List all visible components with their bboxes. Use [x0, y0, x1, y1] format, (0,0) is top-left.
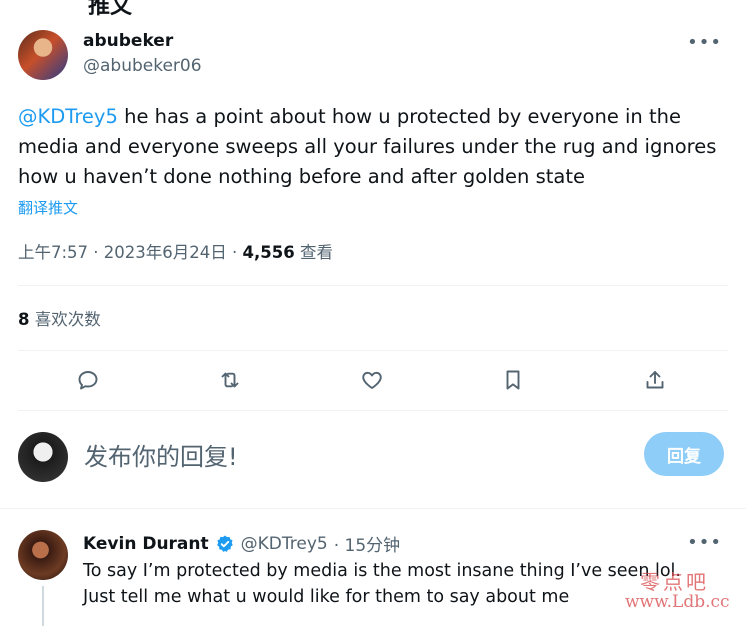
divider	[18, 350, 728, 351]
tweet-meta: 上午7:57 · 2023年6月24日 · 4,556 查看	[18, 239, 333, 263]
divider	[0, 508, 746, 509]
translate-link[interactable]: 翻译推文	[18, 197, 78, 218]
views-count: 4,556	[242, 243, 295, 262]
author-handle[interactable]: @abubeker06	[83, 56, 202, 76]
reply-button[interactable]: 回复	[644, 432, 724, 476]
bookmark-icon[interactable]	[499, 366, 527, 394]
mention-link[interactable]: @KDTrey5	[18, 105, 118, 128]
reply-icon[interactable]	[74, 366, 102, 394]
reply-author-avatar[interactable]	[18, 530, 68, 580]
header-title: 推文	[88, 0, 133, 19]
reply-more-options-icon[interactable]: •••	[687, 532, 722, 553]
reply-time[interactable]: · 15分钟	[334, 531, 400, 556]
thread-line	[42, 586, 44, 626]
reply-author-handle[interactable]: @KDTrey5	[241, 534, 328, 554]
more-options-icon[interactable]: •••	[687, 32, 722, 53]
heart-icon[interactable]	[358, 366, 386, 394]
retweet-icon[interactable]	[216, 366, 244, 394]
likes-stat[interactable]: 8 喜欢次数	[18, 306, 101, 330]
tweet-body: @KDTrey5 he has a point about how u prot…	[18, 102, 718, 192]
views-label: 查看	[294, 243, 333, 262]
author-avatar[interactable]	[18, 30, 68, 80]
reply-body: To say I’m protected by media is the mos…	[83, 561, 681, 607]
timestamp[interactable]: 上午7:57 · 2023年6月24日 ·	[18, 243, 243, 262]
current-user-avatar[interactable]	[18, 432, 68, 482]
likes-count: 8	[18, 310, 30, 329]
verified-badge-icon	[215, 534, 235, 554]
likes-label: 喜欢次数	[29, 310, 101, 329]
divider	[18, 410, 728, 411]
tweet-text: he has a point about how u protected by …	[18, 105, 717, 188]
divider	[18, 285, 728, 286]
watermark-logo: 零点吧	[640, 570, 709, 594]
author-name[interactable]: abubeker	[83, 31, 173, 51]
reply-header: Kevin Durant @KDTrey5 · 15分钟	[83, 531, 400, 557]
watermark-url: www.Ldb.cc	[625, 592, 730, 612]
reply-author-name[interactable]: Kevin Durant	[83, 534, 209, 554]
share-icon[interactable]	[641, 366, 669, 394]
reply-input[interactable]: 发布你的回复!	[84, 437, 238, 472]
